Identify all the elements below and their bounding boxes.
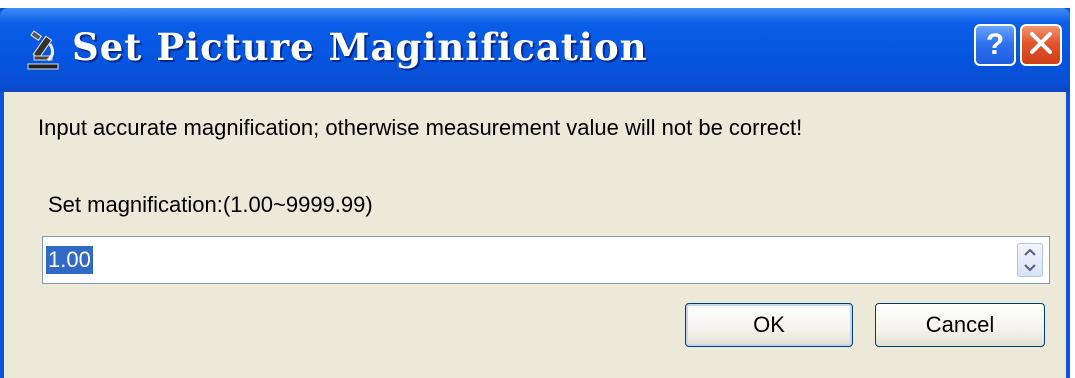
microscope-icon	[22, 30, 64, 72]
magnification-range-label: Set magnification:(1.00~9999.99)	[48, 192, 373, 217]
magnification-input[interactable]: 1.00	[46, 246, 93, 274]
spin-down-icon[interactable]	[1018, 260, 1042, 276]
ok-button[interactable]: OK	[685, 303, 853, 347]
magnification-spinbox[interactable]: 1.00	[42, 236, 1050, 284]
close-icon	[1028, 30, 1054, 61]
title-bar[interactable]: Set Picture Maginification ?	[0, 8, 1070, 92]
close-button[interactable]	[1020, 24, 1062, 66]
window-title: Set Picture Maginification	[72, 25, 648, 69]
help-icon: ?	[985, 28, 1005, 61]
help-button[interactable]: ?	[974, 24, 1016, 66]
cancel-button[interactable]: Cancel	[875, 303, 1045, 347]
spin-arrows[interactable]	[1017, 243, 1043, 277]
warning-text: Input accurate magnification; otherwise …	[38, 115, 803, 140]
spin-up-icon[interactable]	[1018, 244, 1042, 260]
